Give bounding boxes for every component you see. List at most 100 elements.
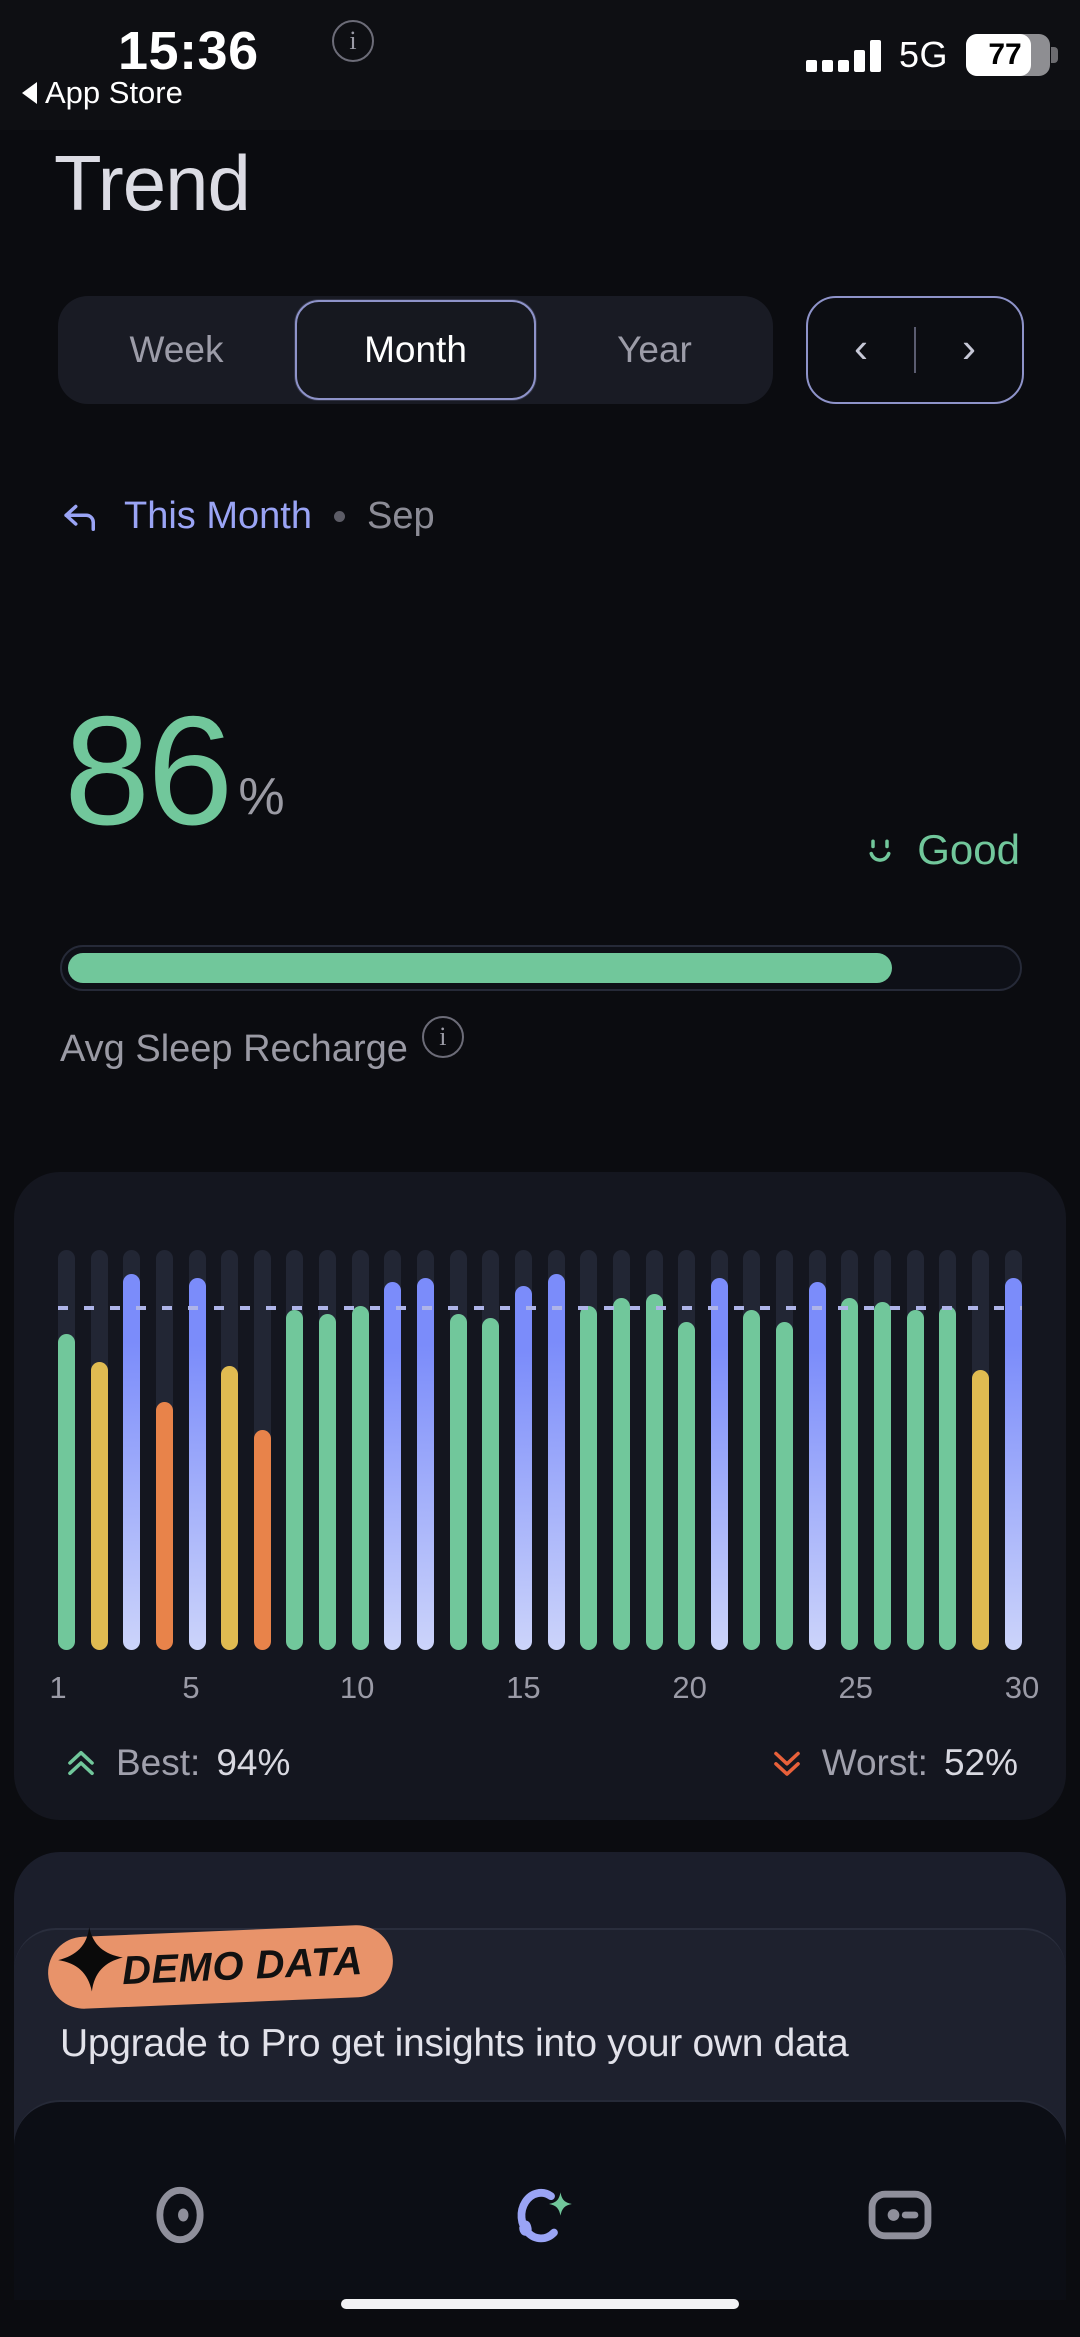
bar-slot[interactable] <box>678 1250 696 1650</box>
bar-slot[interactable] <box>155 1250 173 1650</box>
bar-slot[interactable] <box>808 1250 826 1650</box>
bar-slot[interactable] <box>58 1250 75 1650</box>
bar-fill <box>906 1310 924 1650</box>
bar-slot[interactable] <box>319 1250 337 1650</box>
bar-fill <box>482 1318 500 1650</box>
bar-fill <box>1004 1278 1022 1650</box>
back-to-app-store-link[interactable]: App Store <box>22 75 183 111</box>
bar-group <box>58 1250 1022 1650</box>
metric-label-row: Avg Sleep Recharge i <box>60 1016 464 1071</box>
double-chevron-up-icon <box>68 1750 94 1776</box>
period-segmented-control[interactable]: Week Month Year <box>58 296 773 404</box>
x-tick-label: 5 <box>182 1670 200 1705</box>
battery-percent: 77 <box>988 38 1022 71</box>
bar-fill <box>384 1282 402 1650</box>
tab-year[interactable]: Year <box>536 296 773 404</box>
bar-slot[interactable] <box>90 1250 108 1650</box>
worst-stat: Worst: 52% <box>768 1742 1018 1784</box>
bar-slot[interactable] <box>351 1250 369 1650</box>
card-dot-dash-icon <box>868 2190 932 2240</box>
rating-label: Good <box>917 826 1020 873</box>
next-period-button[interactable]: › <box>916 327 1022 373</box>
bar-slot[interactable] <box>547 1250 565 1650</box>
bar-slot[interactable] <box>939 1250 957 1650</box>
bar-slot[interactable] <box>874 1250 892 1650</box>
bar-fill <box>58 1334 75 1650</box>
ring-dot-icon <box>156 2186 204 2244</box>
bar-fill <box>351 1306 369 1650</box>
status-indicators: 5G 77 <box>805 34 1058 76</box>
status-time: 15:36 <box>118 21 259 81</box>
bar-slot[interactable] <box>286 1250 304 1650</box>
battery-icon: 77 <box>966 34 1058 76</box>
bar-slot[interactable] <box>645 1250 663 1650</box>
bar-slot[interactable] <box>971 1250 989 1650</box>
demo-data-label: DEMO DATA <box>121 1938 364 1993</box>
tab-week[interactable]: Week <box>58 296 295 404</box>
bar-fill <box>449 1314 467 1650</box>
bar-slot[interactable] <box>514 1250 532 1650</box>
x-axis-labels: 1 5 10 15 20 25 30 <box>49 1670 1039 1714</box>
bar-slot[interactable] <box>906 1250 924 1650</box>
x-tick-label: 20 <box>672 1670 707 1705</box>
tab-sleep[interactable] <box>455 2160 625 2270</box>
status-bar: 15:36 App Store 5G 77 <box>0 0 1080 130</box>
bar-slot[interactable] <box>1004 1250 1022 1650</box>
bar-slot[interactable] <box>743 1250 761 1650</box>
bar-fill <box>710 1278 728 1650</box>
bar-fill <box>678 1322 696 1650</box>
best-stat: Best: 94% <box>62 1742 290 1784</box>
bar-fill <box>645 1294 663 1650</box>
chart-summary-row: Best: 94% Worst: 52% <box>62 1742 1018 1784</box>
tab-settings[interactable] <box>815 2160 985 2270</box>
score-block: 86 % <box>64 684 285 857</box>
bar-fill <box>841 1298 859 1650</box>
bar-fill <box>971 1370 989 1650</box>
bar-fill <box>188 1278 206 1650</box>
bar-fill <box>580 1306 598 1650</box>
bar-slot[interactable] <box>253 1250 271 1650</box>
bar-fill <box>90 1362 108 1650</box>
best-label: Best: <box>116 1742 201 1783</box>
period-control-row: Week Month Year ‹ › <box>0 288 1080 416</box>
bar-fill <box>253 1430 271 1650</box>
info-icon[interactable]: i <box>332 20 374 62</box>
page-title: Trend <box>54 139 251 227</box>
bar-slot[interactable] <box>123 1250 141 1650</box>
bar-fill <box>743 1310 761 1650</box>
smiley-face-icon <box>869 839 891 862</box>
range-row[interactable]: This Month Sep <box>60 495 435 538</box>
bar-fill <box>514 1286 532 1650</box>
bar-slot[interactable] <box>612 1250 630 1650</box>
bar-fill <box>939 1306 957 1650</box>
x-tick-label: 25 <box>838 1670 874 1705</box>
bar-chart[interactable] <box>58 1250 1022 1650</box>
bar-slot[interactable] <box>384 1250 402 1650</box>
sleep-sparkle-icon <box>517 2188 572 2243</box>
bar-slot[interactable] <box>482 1250 500 1650</box>
x-tick-label: 15 <box>506 1670 541 1705</box>
bar-slot[interactable] <box>188 1250 206 1650</box>
bar-fill <box>874 1302 892 1650</box>
bar-slot[interactable] <box>776 1250 794 1650</box>
tab-month[interactable]: Month <box>295 300 536 400</box>
insights-info-icon-wrap: i <box>332 20 374 62</box>
bar-slot[interactable] <box>580 1250 598 1650</box>
bar-fill <box>808 1282 826 1650</box>
prev-period-button[interactable]: ‹ <box>808 327 914 373</box>
bar-slot[interactable] <box>221 1250 239 1650</box>
tab-overview[interactable] <box>95 2160 265 2270</box>
bar-fill <box>155 1402 173 1650</box>
home-indicator <box>341 2299 739 2309</box>
sparkle-star-icon <box>58 1927 123 1992</box>
bar-slot[interactable] <box>710 1250 728 1650</box>
trend-chart-card: 1 5 10 15 20 25 30 Best: 94% Worst: 52% <box>14 1172 1066 1820</box>
info-icon[interactable]: i <box>421 1016 464 1058</box>
bar-slot[interactable] <box>449 1250 467 1650</box>
bar-slot[interactable] <box>841 1250 859 1650</box>
score-unit: % <box>238 767 285 826</box>
score-value: 86 <box>64 684 233 857</box>
bar-slot[interactable] <box>417 1250 435 1650</box>
triangle-left-icon <box>22 82 37 104</box>
x-tick-label: 10 <box>339 1670 375 1705</box>
